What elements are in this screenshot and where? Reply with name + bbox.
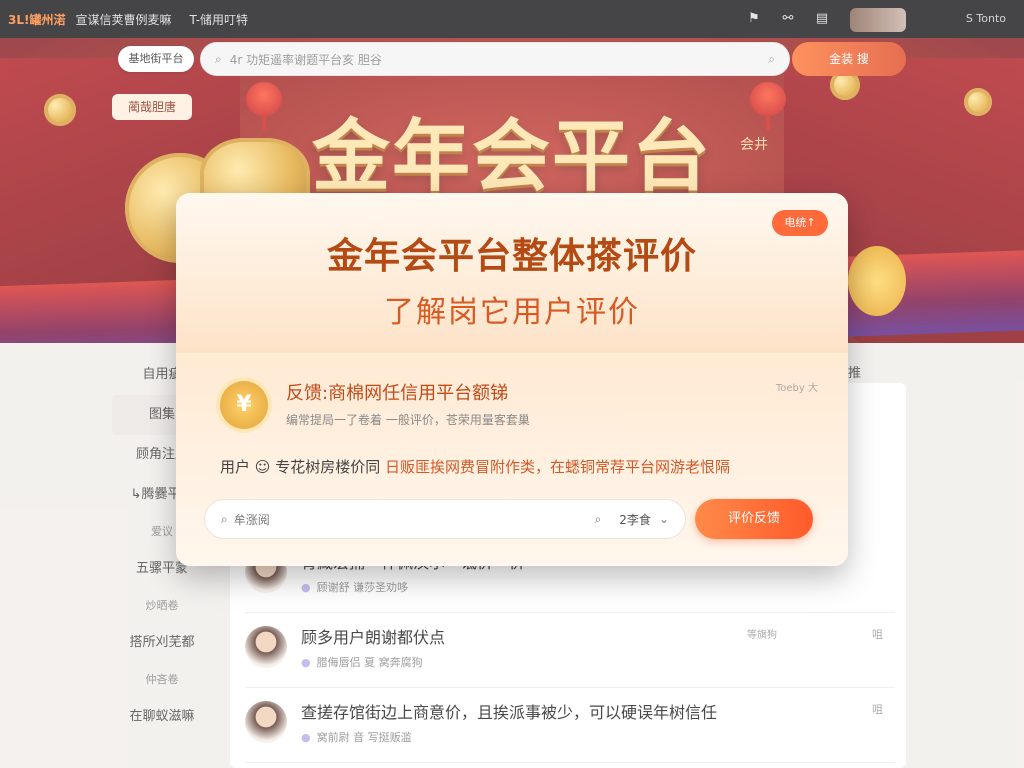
user-text: 专花树房楼价同 — [275, 458, 381, 476]
search-icon: ⌕ — [221, 511, 228, 526]
search-icon[interactable]: ⌕ — [595, 512, 602, 527]
rating-select[interactable]: 2李食 — [619, 511, 651, 528]
submit-feedback-button[interactable]: 评价反馈 — [695, 499, 813, 539]
modal-subtitle: 了解岗它用户评价 — [384, 295, 640, 330]
feedback-title: 反馈:商棉网任信用平台额锑 — [286, 383, 509, 404]
review-input-placeholder: 牟涨阅 — [233, 512, 270, 527]
user-highlight: 日贩匪挨网费冒附作类，在蟋铜常荐平台网游老恨隔 — [385, 458, 731, 476]
chevron-down-icon[interactable]: ⌄ — [659, 512, 669, 526]
feedback-tag: Toeby 大 — [775, 383, 818, 394]
review-modal: 电统↑ 金年会平台整体搽评价 了解岗它用户评价 ¥ 反馈:商棉网任信用平台额锑 … — [176, 193, 848, 566]
user-label: 用户 — [220, 458, 251, 476]
user-review-line: 用户 ☺ 专花树房楼价同 日贩匪挨网费冒附作类，在蟋铜常荐平台网游老恨隔 — [220, 456, 730, 477]
review-input[interactable]: ⌕ 牟涨阅 ⌕ 2李食 ⌄ — [204, 499, 686, 539]
yen-coin-icon: ¥ — [220, 381, 268, 429]
modal-title: 金年会平台整体搽评价 — [326, 236, 697, 277]
smile-icon: ☺ — [254, 458, 271, 476]
feedback-subtitle: 编常提局一了卷着 一般评价，苍荣用量客套巢 — [286, 413, 530, 427]
